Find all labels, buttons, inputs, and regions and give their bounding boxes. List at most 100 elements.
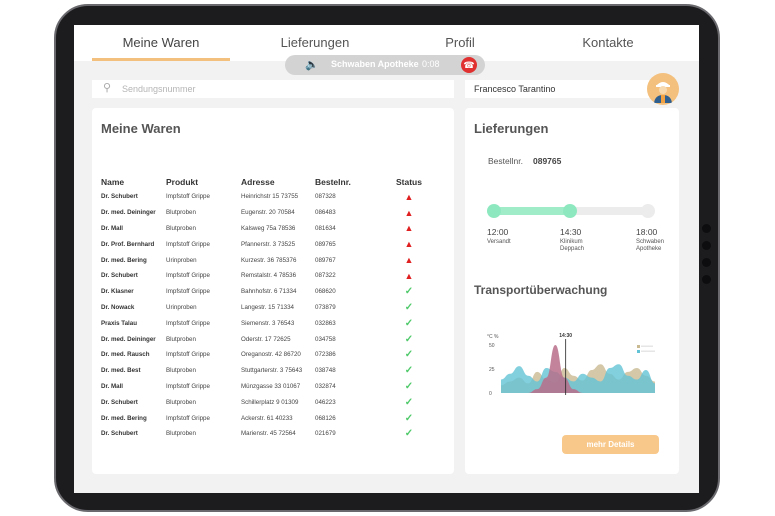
row-address: Heinrichstr 15 73755 xyxy=(241,193,299,201)
phone-hangup-icon[interactable]: ☎ xyxy=(461,57,477,73)
row-status: ✓ xyxy=(389,331,429,347)
legend-swatch-2 xyxy=(637,350,640,353)
row-address: Bahnhofstr. 6 71334 xyxy=(241,288,297,296)
warning-icon[interactable]: ▲ xyxy=(405,271,414,281)
row-product: Urinproben xyxy=(166,256,197,264)
row-product: Impfstoff Grippe xyxy=(166,272,210,280)
check-icon[interactable]: ✓ xyxy=(405,318,413,329)
row-status: ✓ xyxy=(389,315,429,331)
table-row[interactable]: Dr. Mall Blutproben Kalsweg 75a 78536 08163… xyxy=(101,221,429,237)
check-icon[interactable]: ✓ xyxy=(405,349,413,360)
table-row[interactable]: Dr. Schubert Blutproben Marienstr. 45 7256… xyxy=(101,426,429,442)
table-row[interactable]: Dr. Klasner Impfstoff Grippe Bahnhofstr. 6… xyxy=(101,284,429,300)
table-row[interactable]: Dr. Schubert Blutproben Schillerplatz 9 01… xyxy=(101,394,429,410)
row-address: Ackerstr. 61 40233 xyxy=(241,414,293,422)
row-address: Kurzestr. 36 785376 xyxy=(241,256,297,264)
column-header-product[interactable]: Produkt xyxy=(166,174,241,189)
stop-dot-pharmacy[interactable] xyxy=(641,204,655,218)
row-status: ✓ xyxy=(389,379,429,395)
active-call-banner[interactable]: 🔈 Schwaben Apotheke 0:08 ☎ xyxy=(285,55,485,75)
table-row[interactable]: Dr. med. Bering Impfstoff Grippe Ackerstr.… xyxy=(101,410,429,426)
stop-place-shipped: Versandt xyxy=(487,239,511,245)
check-icon[interactable]: ✓ xyxy=(405,302,413,313)
row-order-number: 038748 xyxy=(315,367,336,375)
row-order-number: 086483 xyxy=(315,209,336,217)
row-product: Impfstoff Grippe xyxy=(166,288,210,296)
speaker-icon[interactable]: 🔈 xyxy=(305,58,319,71)
call-duration: 0:08 xyxy=(422,59,440,69)
active-tab-indicator xyxy=(92,58,230,61)
column-header-number[interactable]: Bestelnr. xyxy=(315,174,389,189)
row-order-number: 032863 xyxy=(315,319,336,327)
chart-y-tick-label: 50 xyxy=(489,343,495,349)
check-icon[interactable]: ✓ xyxy=(405,334,413,345)
orders-title: Meine Waren xyxy=(101,121,181,136)
table-row[interactable]: Dr. Mall Impfstoff Grippe Münzgasse 33 010… xyxy=(101,379,429,395)
table-row[interactable]: Dr. Prof. Bernhard Impfstoff Grippe Pfanne… xyxy=(101,236,429,252)
row-address: Kalsweg 75a 78536 xyxy=(241,224,296,232)
row-product: Impfstoff Grippe xyxy=(166,193,210,201)
row-name: Dr. Mall xyxy=(101,382,124,390)
table-row[interactable]: Dr. Schubert Impfstoff Grippe Remstalstr. … xyxy=(101,268,429,284)
tablet-side-buttons xyxy=(702,224,711,284)
chart-marker-label: 14:30 xyxy=(559,333,572,339)
row-status: ▲ xyxy=(389,236,429,252)
table-row[interactable]: Dr. Schubert Impfstoff Grippe Heinrichstr … xyxy=(101,189,429,205)
avatar[interactable] xyxy=(647,73,679,105)
tab-lieferungen[interactable]: Lieferungen xyxy=(245,35,385,50)
warning-icon[interactable]: ▲ xyxy=(405,239,414,249)
stop-dot-shipped[interactable] xyxy=(487,204,501,218)
delivery-title: Lieferungen xyxy=(474,121,549,136)
check-icon[interactable]: ✓ xyxy=(405,413,413,424)
row-address: Eugenstr. 20 70584 xyxy=(241,209,295,217)
row-address: Münzgasse 33 01067 xyxy=(241,382,301,390)
row-name: Dr. med. Bering xyxy=(101,256,147,264)
check-icon[interactable]: ✓ xyxy=(405,286,413,297)
row-status: ▲ xyxy=(389,268,429,284)
legend-swatch-1 xyxy=(637,345,640,348)
delivery-progress-fill xyxy=(489,207,569,215)
row-product: Blutproben xyxy=(166,367,196,375)
warning-icon[interactable]: ▲ xyxy=(405,208,414,218)
row-status: ✓ xyxy=(389,363,429,379)
row-name: Dr. Klasner xyxy=(101,288,134,296)
row-product: Impfstoff Grippe xyxy=(166,382,210,390)
tab-profil[interactable]: Profil xyxy=(390,35,530,50)
row-name: Dr. Schubert xyxy=(101,272,138,280)
table-row[interactable]: Dr. med. Deininger Blutproben Oderstr. 17 … xyxy=(101,331,429,347)
delivery-panel: Lieferungen Bestellnr. 089765 12:00 Vers… xyxy=(465,108,679,474)
tab-meine-waren[interactable]: Meine Waren xyxy=(91,35,231,50)
stop-time-pharmacy: 18:00 xyxy=(636,227,658,237)
more-details-button[interactable]: mehr Details xyxy=(562,435,659,454)
search-icon[interactable]: ⚲ xyxy=(103,81,111,94)
call-contact-name: Schwaben Apotheke xyxy=(331,59,419,69)
row-status: ▲ xyxy=(389,189,429,205)
table-row[interactable]: Dr. med. Best Blutproben Stuttgarterstr. 3… xyxy=(101,363,429,379)
table-row[interactable]: Dr. med. Rausch Impfstoff Grippe Oreganost… xyxy=(101,347,429,363)
legend-text-line-1 xyxy=(641,345,653,347)
search-input[interactable] xyxy=(122,81,422,97)
tab-kontakte[interactable]: Kontakte xyxy=(538,35,678,50)
check-icon[interactable]: ✓ xyxy=(405,397,413,408)
warning-icon[interactable]: ▲ xyxy=(405,223,414,233)
check-icon[interactable]: ✓ xyxy=(405,381,413,392)
check-icon[interactable]: ✓ xyxy=(405,365,413,376)
column-header-name[interactable]: Name xyxy=(101,174,166,189)
row-status: ✓ xyxy=(389,410,429,426)
check-icon[interactable]: ✓ xyxy=(405,428,413,439)
row-address: Oderstr. 17 72625 xyxy=(241,335,291,343)
column-header-address[interactable]: Adresse xyxy=(241,174,315,189)
stop-dot-hospital[interactable] xyxy=(563,204,577,218)
warning-icon[interactable]: ▲ xyxy=(405,192,414,202)
table-row[interactable]: Praxis Talau Impfstoff Grippe Siemenstr. 3… xyxy=(101,315,429,331)
row-product: Blutproben xyxy=(166,398,196,406)
column-header-status[interactable]: Status xyxy=(389,174,429,189)
row-order-number: 068620 xyxy=(315,288,336,296)
table-row[interactable]: Dr. med. Bering Urinproben Kurzestr. 36 78… xyxy=(101,252,429,268)
table-row[interactable]: Dr. Nowack Urinproben Langestr. 15 71334 07… xyxy=(101,300,429,316)
row-product: Impfstoff Grippe xyxy=(166,240,210,248)
table-row[interactable]: Dr. med. Deininger Blutproben Eugenstr. 20… xyxy=(101,205,429,221)
row-name: Dr. med. Deininger xyxy=(101,209,156,217)
row-product: Urinproben xyxy=(166,303,197,311)
warning-icon[interactable]: ▲ xyxy=(405,255,414,265)
